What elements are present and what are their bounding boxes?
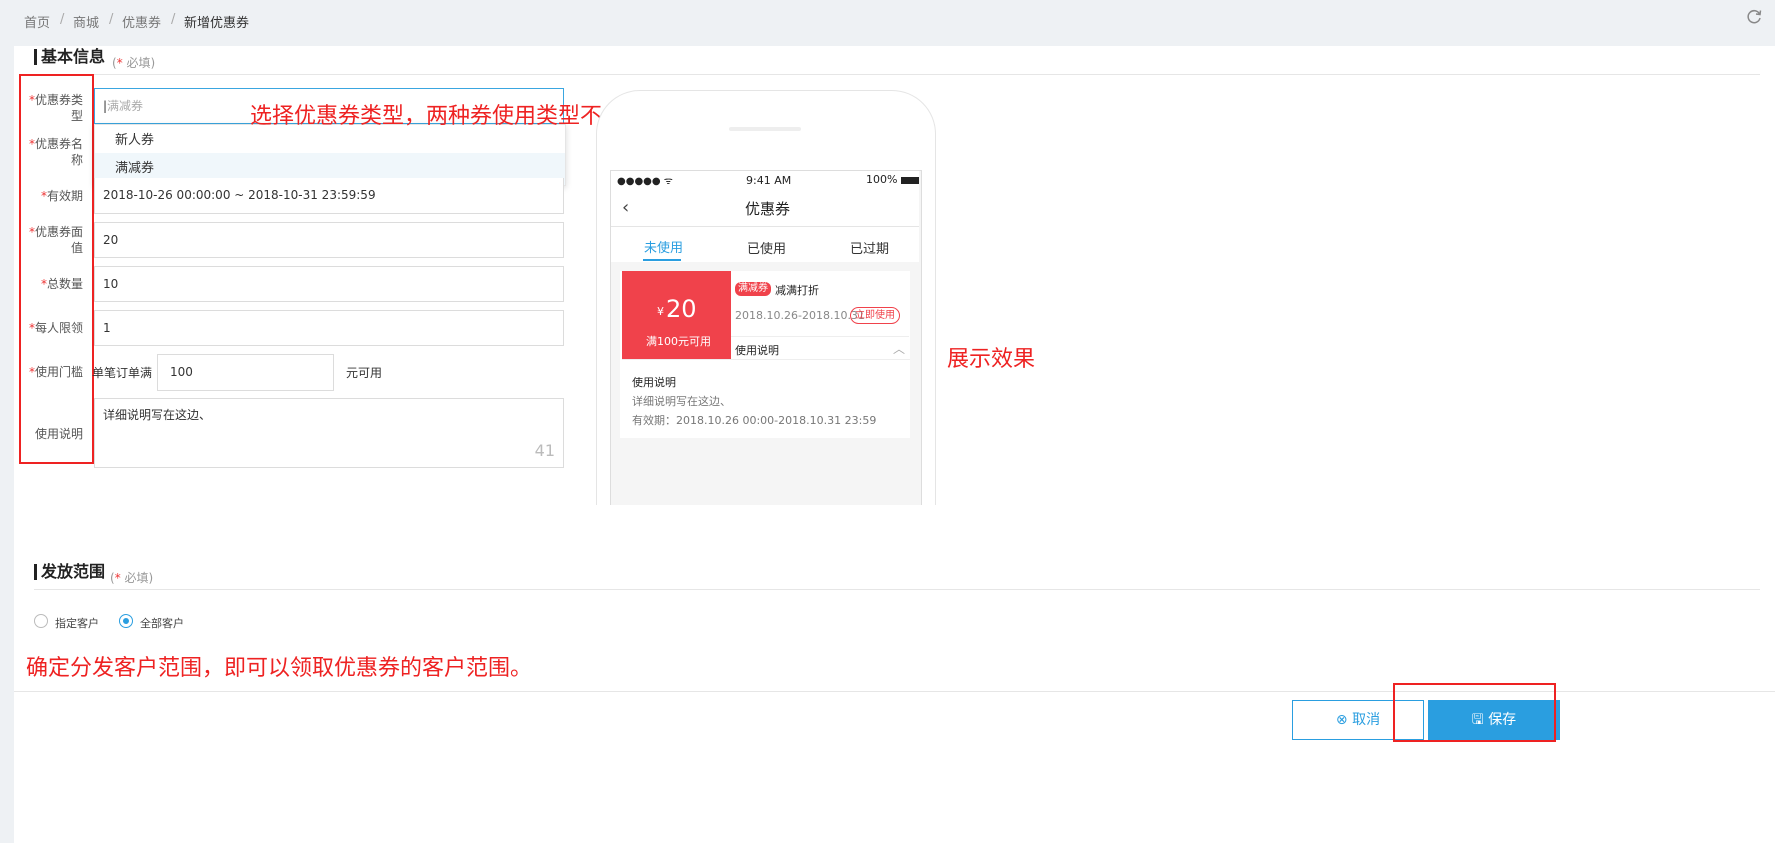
char-counter: 41	[534, 441, 555, 460]
annotation-box-labels	[19, 74, 94, 464]
per-user-limit-input[interactable]: 1	[94, 310, 564, 346]
label-coupon-type: *优惠券类型	[28, 93, 83, 123]
breadcrumb-separator: /	[171, 12, 176, 27]
label-face-value: *优惠券面值	[28, 225, 83, 255]
label-total: *总数量	[40, 277, 83, 291]
back-chevron-icon[interactable]: ‹	[622, 197, 629, 218]
divider	[622, 359, 910, 360]
annotation-box-save	[1393, 683, 1556, 742]
face-value-input[interactable]: 20	[94, 222, 564, 258]
section-title-basic: 基本信息	[34, 49, 105, 65]
divider	[34, 589, 1760, 590]
chevron-up-icon[interactable]: ︿	[893, 340, 905, 357]
breadcrumb-separator: /	[60, 12, 65, 27]
detail-text: 详细说明写在这边、	[632, 395, 731, 408]
annotation-scope-note: 确定分发客户范围，即可以领取优惠券的客户范围。	[26, 656, 533, 681]
status-battery: 100%	[866, 173, 919, 186]
coupon-type-dropdown: 新人券 满减券	[94, 124, 566, 186]
section-title-scope: 发放范围	[34, 564, 105, 580]
status-time: 9:41 AM	[746, 174, 792, 187]
coupon-tag: 满减券	[735, 282, 771, 296]
label-threshold: *使用门槛	[28, 365, 83, 379]
breadcrumb-mall[interactable]: 商城	[73, 12, 99, 31]
coupon-amount-panel: ¥ 20 满100元可用	[622, 271, 731, 359]
validity-range-input[interactable]: 2018-10-26 00:00:00 ~ 2018-10-31 23:59:5…	[94, 178, 564, 214]
divider	[611, 226, 919, 227]
breadcrumb-coupon[interactable]: 优惠券	[122, 12, 161, 31]
status-signal: ●●●●● ᯤ	[617, 176, 673, 187]
close-circle-icon: ⊗	[1335, 712, 1348, 728]
label-validity: *有效期	[40, 189, 83, 203]
phone-tab-unused[interactable]: 未使用	[644, 237, 683, 256]
desc-toggle[interactable]: 使用说明	[735, 342, 779, 358]
phone-title: 优惠券	[745, 200, 791, 218]
radio-all-customers[interactable]	[119, 614, 133, 628]
radio-label-all[interactable]: 全部客户	[140, 615, 184, 631]
phone-tab-expired[interactable]: 已过期	[850, 238, 889, 257]
description-textarea[interactable]: 详细说明写在这边、 41	[94, 398, 564, 468]
label-description: 使用说明	[34, 427, 83, 441]
top-bar: 首页 / 商城 / 优惠券 / 新增优惠券	[0, 0, 1775, 46]
threshold-suffix: 元可用	[346, 366, 383, 380]
refresh-icon[interactable]	[1745, 8, 1763, 26]
breadcrumb-current: 新增优惠券	[184, 16, 250, 31]
phone-speaker	[729, 127, 801, 131]
phone-tab-used[interactable]: 已使用	[747, 238, 786, 257]
coupon-amount: 20	[666, 295, 697, 323]
annotation-preview-note: 展示效果	[947, 347, 1036, 372]
divider	[731, 336, 909, 337]
threshold-prefix: 单笔订单满	[92, 366, 153, 380]
breadcrumb-separator: /	[109, 12, 114, 27]
radio-label-specific[interactable]: 指定客户	[55, 615, 99, 631]
tab-indicator	[643, 259, 681, 261]
label-coupon-name: *优惠券名称	[28, 137, 83, 167]
use-now-button[interactable]: 立即使用	[850, 307, 900, 324]
total-quantity-input[interactable]: 10	[94, 266, 564, 302]
required-hint: (* 必填)	[112, 56, 156, 70]
divider	[34, 74, 1760, 75]
coupon-date-range: 2018.10.26-2018.10.31	[735, 309, 865, 322]
detail-validity: 有效期：2018.10.26 00:00-2018.10.31 23:59	[632, 414, 877, 427]
currency-symbol: ¥	[657, 305, 664, 318]
coupon-condition: 满100元可用	[646, 335, 711, 348]
threshold-amount-input[interactable]: 100	[157, 354, 334, 391]
detail-title: 使用说明	[632, 376, 676, 389]
coupon-name: 减满打折	[775, 284, 819, 297]
required-hint: (* 必填)	[110, 571, 154, 585]
label-per-user-limit: *每人限领	[28, 321, 83, 335]
breadcrumb-home[interactable]: 首页	[24, 12, 50, 31]
radio-specific-customers[interactable]	[34, 614, 48, 628]
